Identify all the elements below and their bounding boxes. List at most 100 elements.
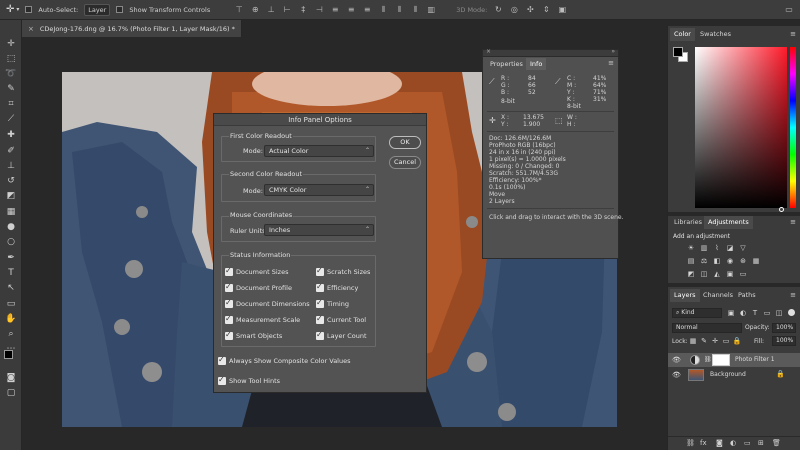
move-tool-icon[interactable]: ✛ — [6, 4, 14, 15]
cancel-button[interactable]: Cancel — [389, 156, 421, 169]
adjustments-panel-menu-icon[interactable]: ≡ — [790, 218, 796, 226]
filter-pixel-icon[interactable]: ▣ — [726, 308, 736, 317]
layers-panel-menu-icon[interactable]: ≡ — [790, 291, 796, 299]
visibility-eye-icon[interactable]: 👁 — [672, 371, 681, 379]
eraser-icon[interactable]: ◩ — [4, 190, 18, 202]
smart-objects-checkbox[interactable] — [225, 330, 233, 340]
pen-icon[interactable]: ✒ — [4, 252, 18, 264]
distribute-top-icon[interactable]: ≡ — [330, 5, 340, 14]
filter-smart-object-icon[interactable]: ◫ — [774, 308, 784, 317]
exposure-icon[interactable]: ◪ — [725, 243, 735, 252]
type-icon[interactable]: T — [4, 267, 18, 279]
visibility-eye-icon[interactable]: 👁 — [672, 356, 681, 364]
document-sizes-checkbox[interactable] — [225, 266, 233, 276]
tab-swatches[interactable]: Swatches — [696, 28, 735, 41]
link-layers-icon[interactable]: ⛓ — [686, 439, 695, 447]
always-show-composite-checkbox[interactable] — [218, 355, 226, 365]
brightness-contrast-icon[interactable]: ☀ — [686, 243, 696, 252]
tab-adjustments[interactable]: Adjustments — [704, 216, 753, 229]
rectangle-icon[interactable]: ▭ — [4, 298, 18, 310]
document-profile-checkbox[interactable] — [225, 282, 233, 292]
first-mode-dropdown[interactable]: Actual Color — [264, 145, 374, 157]
tab-paths[interactable]: Paths — [734, 289, 760, 302]
quick-mask-icon[interactable]: ◙ — [4, 372, 18, 384]
second-mode-dropdown[interactable]: CMYK Color — [264, 184, 374, 196]
gradient-icon[interactable]: ▦ — [4, 206, 18, 218]
lock-artboard-icon[interactable]: ▭ — [721, 336, 731, 345]
measurement-scale-checkbox[interactable] — [225, 314, 233, 324]
clone-stamp-icon[interactable]: ⊥ — [4, 160, 18, 172]
curves-icon[interactable]: ⌇ — [712, 243, 722, 252]
document-tab[interactable]: × CDeJong-176.dng @ 16.7% (Photo Filter … — [22, 20, 242, 37]
filter-adjustment-icon[interactable]: ◐ — [738, 308, 748, 317]
auto-select-dropdown[interactable]: Layer — [84, 3, 111, 16]
healing-brush-icon[interactable]: ✚ — [4, 129, 18, 141]
new-layer-icon[interactable]: ⊞ — [758, 439, 764, 447]
hue-saturation-icon[interactable]: ▤ — [686, 256, 696, 265]
scratch-sizes-checkbox[interactable] — [316, 266, 324, 276]
collapse-icon[interactable]: × — [486, 48, 491, 55]
distribute-vcenter-icon[interactable]: ≡ — [346, 5, 356, 14]
foreground-color-swatch[interactable] — [4, 350, 13, 359]
lock-position-icon[interactable]: ✛ — [710, 336, 720, 345]
tab-color[interactable]: Color — [670, 28, 695, 41]
tool-preset-caret-icon[interactable]: ▾ — [16, 6, 19, 13]
3d-roll-icon[interactable]: ◎ — [509, 5, 519, 14]
posterize-icon[interactable]: ◫ — [699, 269, 709, 278]
ok-button[interactable]: OK — [389, 136, 421, 149]
current-tool-checkbox[interactable] — [316, 314, 324, 324]
new-group-icon[interactable]: ▭ — [744, 439, 751, 447]
distribute-right-icon[interactable]: ⦀ — [410, 5, 420, 14]
expand-panel-icon[interactable]: » — [611, 48, 615, 55]
trash-icon[interactable]: 🗑 — [772, 439, 781, 447]
panel-menu-icon[interactable]: ≡ — [608, 59, 614, 67]
timing-checkbox[interactable] — [316, 298, 324, 308]
ruler-units-dropdown[interactable]: Inches — [264, 224, 374, 236]
quick-select-icon[interactable]: ✎ — [4, 83, 18, 95]
zoom-icon[interactable]: ⌕ — [4, 328, 18, 340]
layer-row[interactable]: 👁 ⛓ Photo Filter 1 — [668, 353, 800, 367]
photo-filter-icon[interactable]: ◉ — [725, 256, 735, 265]
lock-all-icon[interactable]: 🔒 — [732, 336, 742, 345]
color-field[interactable] — [695, 47, 787, 208]
distribute-hcenter-icon[interactable]: ⦀ — [394, 5, 404, 14]
tab-properties[interactable]: Properties — [486, 58, 527, 70]
close-icon[interactable]: × — [28, 25, 34, 33]
3d-rotate-icon[interactable]: ↻ — [493, 5, 503, 14]
fx-icon[interactable]: fx — [700, 439, 707, 447]
screen-mode-icon[interactable]: ▢ — [4, 387, 18, 399]
color-panel-menu-icon[interactable]: ≡ — [790, 30, 796, 38]
blur-icon[interactable]: ● — [4, 221, 18, 233]
tab-info[interactable]: Info — [526, 58, 547, 70]
info-panel-header-bar[interactable]: × » — [483, 48, 618, 57]
show-tool-hints-checkbox[interactable] — [218, 375, 226, 385]
fill-field[interactable]: 100% — [772, 336, 796, 346]
3d-slide-icon[interactable]: ⇕ — [541, 5, 551, 14]
history-brush-icon[interactable]: ↺ — [4, 175, 18, 187]
tab-channels[interactable]: Channels — [699, 289, 737, 302]
tab-layers[interactable]: Layers — [670, 289, 700, 302]
align-right-icon[interactable]: ⊣ — [314, 5, 324, 14]
auto-select-checkbox[interactable] — [25, 6, 33, 13]
efficiency-checkbox[interactable] — [316, 282, 324, 292]
move-icon[interactable]: ✛ — [4, 38, 18, 50]
brush-icon[interactable]: ✐ — [4, 145, 18, 157]
channel-mixer-icon[interactable]: ⊛ — [738, 256, 748, 265]
layer-count-checkbox[interactable] — [316, 330, 324, 340]
invert-icon[interactable]: ◩ — [686, 269, 696, 278]
link-icon[interactable]: ⛓ — [704, 356, 712, 363]
eyedropper-icon[interactable]: ⟋ — [4, 113, 18, 125]
levels-icon[interactable]: ▥ — [699, 243, 709, 252]
workspace-icon[interactable]: ▭ — [784, 5, 794, 14]
3d-scale-icon[interactable]: ▣ — [557, 5, 567, 14]
selective-color-icon[interactable]: ▣ — [725, 269, 735, 278]
marquee-icon[interactable]: ⬚ — [4, 53, 18, 65]
black-white-icon[interactable]: ◧ — [712, 256, 722, 265]
opacity-field[interactable]: 100% — [772, 323, 796, 333]
align-bottom-icon[interactable]: ⊥ — [266, 5, 276, 14]
hue-slider[interactable] — [790, 47, 796, 208]
distribute-left-icon[interactable]: ⦀ — [378, 5, 388, 14]
hand-icon[interactable]: ✋ — [4, 313, 18, 325]
lock-transparent-icon[interactable]: ▦ — [688, 336, 698, 345]
3d-drag-icon[interactable]: ✣ — [525, 5, 535, 14]
